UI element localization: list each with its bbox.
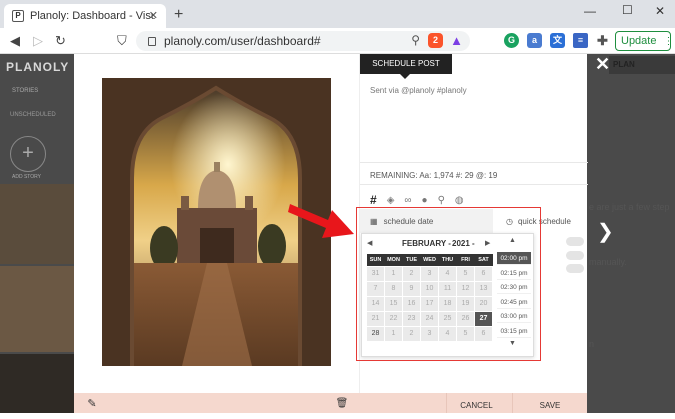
minimize-icon[interactable]: —	[584, 4, 596, 18]
next-post-icon[interactable]: ❯	[597, 219, 614, 244]
tab-title: Planoly: Dashboard - Visual planning	[30, 10, 155, 22]
grid-thumbnail[interactable]	[0, 266, 74, 352]
extensions-puzzle-icon[interactable]: ✚	[595, 33, 610, 48]
unscheduled-label: UNSCHEDULED	[10, 112, 56, 118]
bookmark-icon[interactable]: ⛉	[117, 33, 127, 49]
plan-label: PLAN	[613, 60, 635, 69]
caption-text[interactable]: Sent via @planoly #planoly	[370, 86, 467, 95]
user-tag-icon[interactable]: ●	[422, 195, 428, 206]
remaining-counter: REMAINING: Aa: 1,974 #: 29 @: 19	[370, 171, 498, 180]
close-window-icon[interactable]: ✕	[655, 4, 665, 18]
divider	[360, 162, 588, 163]
brave-badge: 2	[432, 35, 438, 45]
translate-icon[interactable]: 文	[550, 33, 565, 48]
stories-label: STORIES	[12, 88, 39, 94]
modal-footer: ✎ 🗑 CANCEL SAVE	[74, 393, 587, 413]
planoly-favicon-icon: P	[12, 10, 24, 22]
add-story-button[interactable]: +	[10, 136, 46, 172]
tag-icon[interactable]: ◈	[387, 195, 395, 206]
extension-icon[interactable]: a	[527, 33, 542, 48]
planoly-logo: PLANOLY	[6, 60, 70, 74]
maximize-icon[interactable]: ☐	[622, 3, 633, 17]
toggle-switch[interactable]	[566, 251, 584, 260]
toggle-switch[interactable]	[566, 264, 584, 273]
cancel-button[interactable]: CANCEL	[446, 393, 506, 413]
comment-icon[interactable]: ◍	[455, 195, 464, 206]
red-arrow-icon	[288, 204, 354, 238]
schedule-post-tab[interactable]: SCHEDULE POST	[360, 54, 452, 79]
brave-rewards-icon[interactable]: ▲	[449, 33, 464, 48]
grid-thumbnail[interactable]	[0, 354, 74, 413]
grid-thumbnail[interactable]	[0, 184, 74, 264]
background-text: n	[589, 339, 595, 349]
address-bar[interactable]: planoly.com/user/dashboard# ⚲ ⇪	[136, 31, 470, 51]
tab-close-icon[interactable]: ✕	[149, 9, 158, 22]
toggle-switch[interactable]	[566, 237, 584, 246]
highlight-box	[356, 207, 541, 361]
add-story-label: ADD STORY	[12, 174, 41, 180]
plan-tab[interactable]: PLAN	[609, 56, 675, 74]
caption-tools: # ◈ ∞ ● ⚲ ◍	[370, 193, 464, 207]
save-button[interactable]: SAVE	[512, 393, 587, 413]
background-text: manually.	[589, 257, 627, 267]
browser-tab[interactable]: P Planoly: Dashboard - Visual planning ✕	[4, 4, 166, 28]
new-tab-icon[interactable]: +	[174, 6, 183, 24]
url-text: planoly.com/user/dashboard#	[164, 34, 321, 48]
update-label: Update	[621, 35, 657, 47]
link-icon[interactable]: ∞	[404, 195, 411, 206]
zoom-icon[interactable]: ⚲	[411, 33, 420, 47]
grammarly-icon[interactable]: G	[504, 33, 519, 48]
divider	[360, 184, 588, 185]
lock-icon	[148, 36, 156, 46]
hashtag-icon[interactable]: #	[370, 193, 377, 207]
edit-pencil-icon[interactable]: ✎	[84, 393, 100, 413]
extension-2-icon[interactable]: ≡	[573, 33, 588, 48]
reload-icon[interactable]: ↻	[55, 33, 66, 49]
trash-icon[interactable]: 🗑	[334, 393, 350, 413]
forward-icon[interactable]: ▷	[33, 33, 43, 49]
browser-toolbar: ◀ ▷ ↻ ⛉ planoly.com/user/dashboard# ⚲ ⇪ …	[0, 28, 675, 54]
menu-icon: ⋮	[663, 35, 674, 47]
close-modal-icon[interactable]: ✕	[595, 54, 610, 75]
background-text: e are just a few step	[589, 202, 670, 212]
browser-tab-bar: P Planoly: Dashboard - Visual planning ✕…	[0, 0, 675, 28]
location-pin-icon[interactable]: ⚲	[438, 195, 445, 206]
brave-shield-icon[interactable]: 2	[428, 33, 443, 48]
update-button[interactable]: Update ⋮	[615, 31, 674, 51]
back-icon[interactable]: ◀	[10, 33, 20, 49]
